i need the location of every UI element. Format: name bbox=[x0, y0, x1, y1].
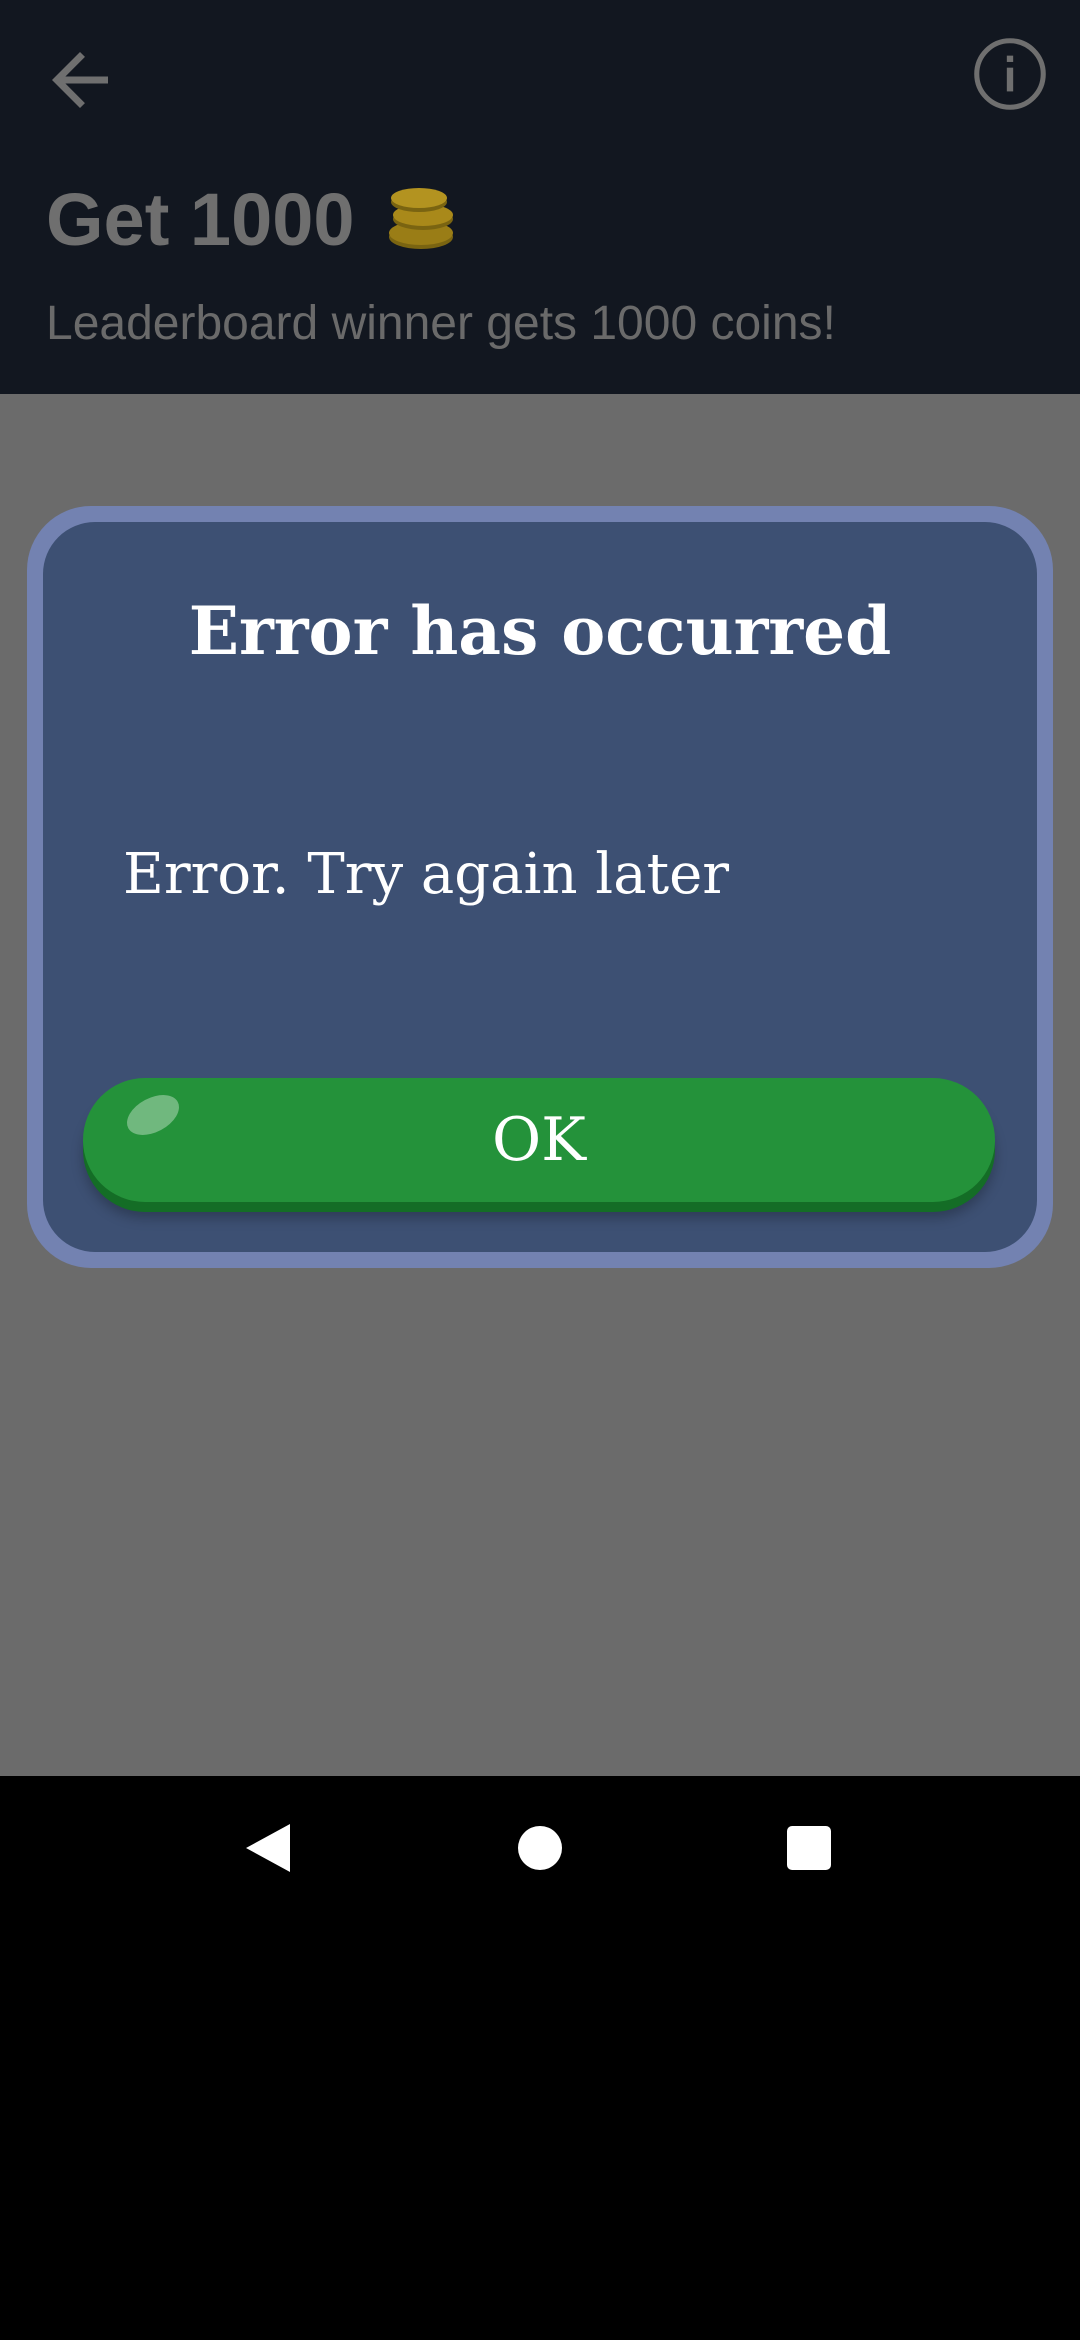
nav-home-icon[interactable] bbox=[518, 1826, 562, 1870]
app-header: Get 1000 Leaderboard winner gets 1000 co… bbox=[0, 0, 1080, 394]
ok-button[interactable]: OK bbox=[83, 1078, 995, 1202]
page-title: Get 1000 bbox=[46, 178, 355, 261]
dialog-body: Error has occurred Error. Try again late… bbox=[43, 522, 1037, 1252]
coins-icon bbox=[388, 188, 453, 249]
dialog-title: Error has occurred bbox=[188, 592, 892, 670]
system-navigation-bar bbox=[0, 1776, 1080, 1920]
info-icon[interactable] bbox=[972, 36, 1048, 112]
button-shine bbox=[120, 1086, 186, 1144]
nav-back-icon[interactable] bbox=[244, 1822, 292, 1874]
ok-button-label: OK bbox=[491, 1105, 586, 1175]
nav-recents-icon[interactable] bbox=[787, 1826, 831, 1870]
bottom-area bbox=[0, 1920, 1080, 2340]
title-row: Get 1000 bbox=[46, 170, 461, 270]
page-subtitle: Leaderboard winner gets 1000 coins! bbox=[46, 297, 836, 350]
arrow-back-icon[interactable] bbox=[38, 38, 122, 122]
dialog-message: Error. Try again later bbox=[123, 842, 730, 907]
error-dialog: Error has occurred Error. Try again late… bbox=[27, 506, 1053, 1268]
